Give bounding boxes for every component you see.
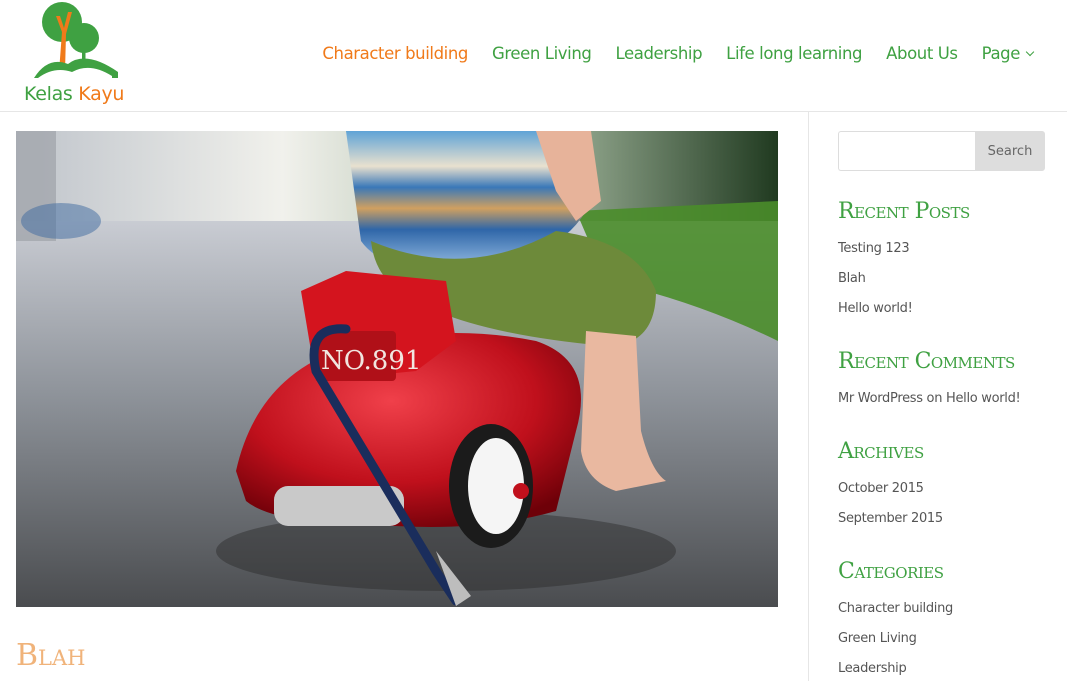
site-header: Kelas Kayu Character building Green Livi… xyxy=(0,0,1067,112)
category-link[interactable]: Character building xyxy=(838,601,953,616)
nav-item-leadership[interactable]: Leadership xyxy=(603,44,714,63)
nav-item-green-living[interactable]: Green Living xyxy=(480,44,603,63)
recent-posts-title: Recent Posts xyxy=(838,199,970,224)
recent-comment-link[interactable]: Mr WordPress on Hello world! xyxy=(838,391,1021,406)
tree-logo-icon xyxy=(34,2,118,78)
main-nav: Character building Green Living Leadersh… xyxy=(310,44,1045,63)
recent-post-link[interactable]: Blah xyxy=(838,271,866,286)
logo-word-1: Kelas xyxy=(24,83,73,105)
featured-photo: NO.891 xyxy=(16,131,778,607)
search-input[interactable] xyxy=(838,131,976,171)
category-link[interactable]: Leadership xyxy=(838,661,907,676)
search-button[interactable]: Search xyxy=(975,131,1045,171)
nav-item-about-us[interactable]: About Us xyxy=(874,44,970,63)
sidebar-divider xyxy=(808,112,809,681)
archive-link[interactable]: September 2015 xyxy=(838,511,943,526)
nav-item-page[interactable]: Page xyxy=(970,44,1045,63)
recent-post-link[interactable]: Hello world! xyxy=(838,301,913,316)
recent-post-link[interactable]: Testing 123 xyxy=(838,241,910,256)
plate-text: NO.891 xyxy=(321,346,421,376)
nav-item-character-building[interactable]: Character building xyxy=(310,44,480,63)
archives-title: Archives xyxy=(838,439,924,464)
archive-link[interactable]: October 2015 xyxy=(838,481,924,496)
logo-word-2: Kayu xyxy=(78,83,125,105)
recent-comments-title: Recent Comments xyxy=(838,349,1015,374)
nav-item-life-long-learning[interactable]: Life long learning xyxy=(714,44,874,63)
category-link[interactable]: Green Living xyxy=(838,631,917,646)
logo-text: Kelas Kayu xyxy=(24,83,124,105)
post-title[interactable]: Blah xyxy=(16,636,85,676)
site-logo[interactable]: Kelas Kayu xyxy=(22,2,132,108)
categories-title: Categories xyxy=(838,559,944,584)
featured-image[interactable]: NO.891 xyxy=(16,131,778,607)
